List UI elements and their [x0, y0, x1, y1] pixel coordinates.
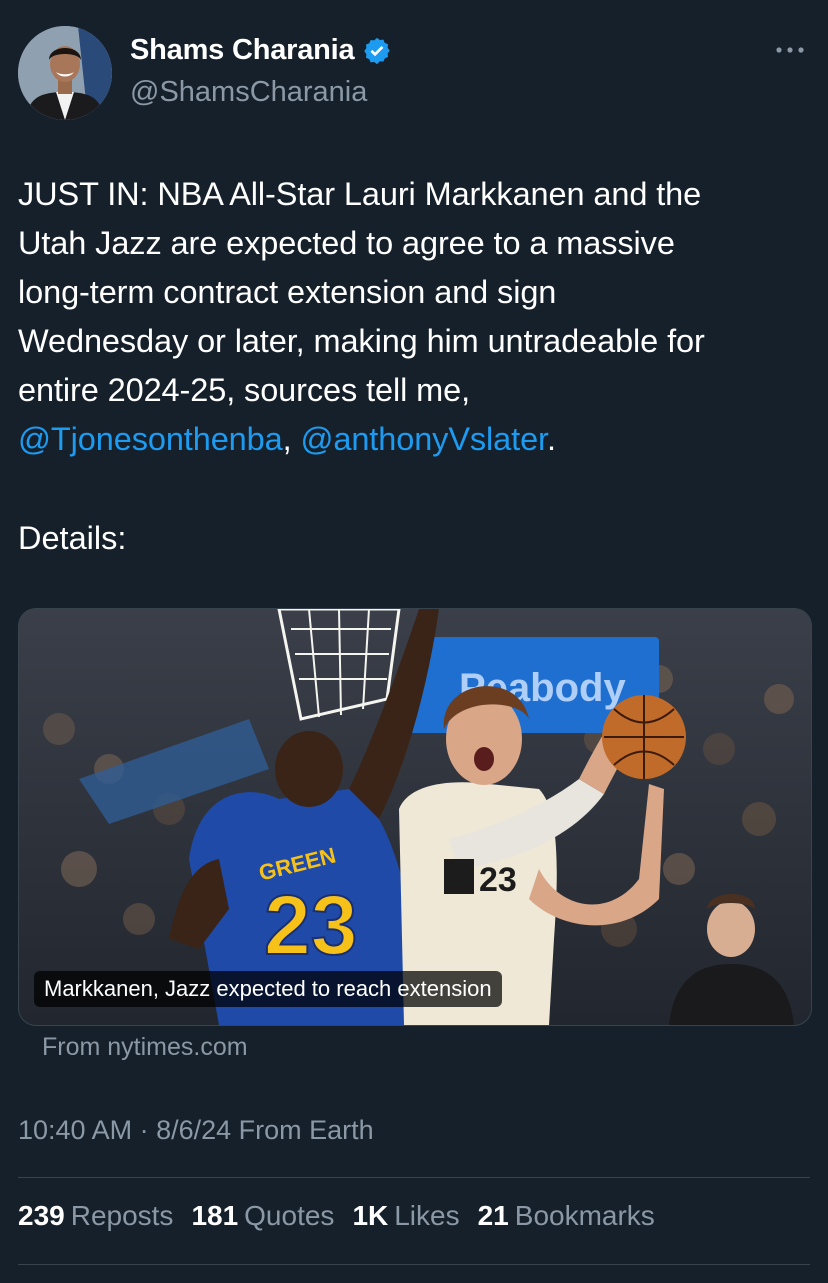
more-horizontal-icon[interactable]	[774, 38, 806, 62]
tweet-end-punct: .	[546, 421, 556, 457]
tweet-line: Wednesday or later, making him untradeab…	[18, 323, 705, 359]
bookmarks-stat[interactable]: 21 Bookmarks	[478, 1200, 655, 1232]
author-name-row: Shams Charania	[130, 34, 392, 67]
tweet-details-label: Details:	[18, 520, 127, 556]
tweet-mentions-line: @Tjonesonthenba, @anthonyVslater.	[18, 415, 808, 464]
bookmarks-count: 21	[477, 1200, 509, 1231]
meta-dot: ·	[132, 1115, 157, 1145]
reposts-count: 239	[18, 1200, 65, 1231]
avatar-image	[18, 26, 112, 120]
card-image: Peabody GREEN 23 23	[19, 609, 811, 1025]
author-avatar[interactable]	[18, 26, 112, 120]
reposts-label: Reposts	[70, 1200, 174, 1231]
card-source[interactable]: From nytimes.com	[42, 1033, 248, 1062]
mention-link-tjones[interactable]: @Tjonesonthenba	[18, 421, 283, 457]
tweet-timestamp: 10:40 AM · 8/6/24 From Earth	[18, 1115, 374, 1146]
tweet-line: entire 2024-25, sources tell me,	[18, 372, 471, 408]
jazz-number-text: 23	[479, 861, 517, 899]
more-dots-icon	[776, 47, 804, 53]
tweet-line: Utah Jazz are expected to agree to a mas…	[18, 225, 675, 261]
quotes-stat[interactable]: 181 Quotes	[191, 1200, 334, 1232]
tweet-header: Shams Charania @ShamsCharania	[18, 24, 810, 124]
likes-stat[interactable]: 1K Likes	[352, 1200, 459, 1232]
reposts-stat[interactable]: 239 Reposts	[18, 1200, 173, 1232]
tweet-location: From Earth	[231, 1115, 374, 1145]
link-card[interactable]: Peabody GREEN 23 23 Markkanen, Jazz expe…	[18, 608, 812, 1026]
tweet-time[interactable]: 10:40 AM	[18, 1115, 132, 1145]
verified-badge-icon	[364, 37, 391, 64]
jersey-number-text: 23	[264, 878, 357, 972]
card-caption: Markkanen, Jazz expected to reach extens…	[34, 971, 502, 1007]
tweet-date[interactable]: 8/6/24	[156, 1115, 231, 1145]
tweet-line: JUST IN: NBA All-Star Lauri Markkanen an…	[18, 176, 702, 212]
tweet-text: JUST IN: NBA All-Star Lauri Markkanen an…	[18, 170, 808, 464]
divider-top	[18, 1177, 810, 1178]
mention-separator: ,	[282, 421, 301, 457]
quotes-count: 181	[191, 1200, 239, 1231]
mention-link-slater[interactable]: @anthonyVslater	[300, 421, 547, 457]
likes-count: 1K	[352, 1200, 389, 1231]
author-display-name[interactable]: Shams Charania	[130, 34, 355, 67]
engagement-stats: 239 Reposts 181 Quotes 1K Likes 21 Bookmarks	[18, 1200, 655, 1232]
quotes-label: Quotes	[244, 1200, 335, 1231]
tweet-line: long-term contract extension and sign	[18, 274, 557, 310]
author-handle[interactable]: @ShamsCharania	[130, 76, 367, 109]
likes-label: Likes	[394, 1200, 460, 1231]
divider-bottom	[18, 1264, 810, 1265]
bookmarks-label: Bookmarks	[514, 1200, 655, 1231]
